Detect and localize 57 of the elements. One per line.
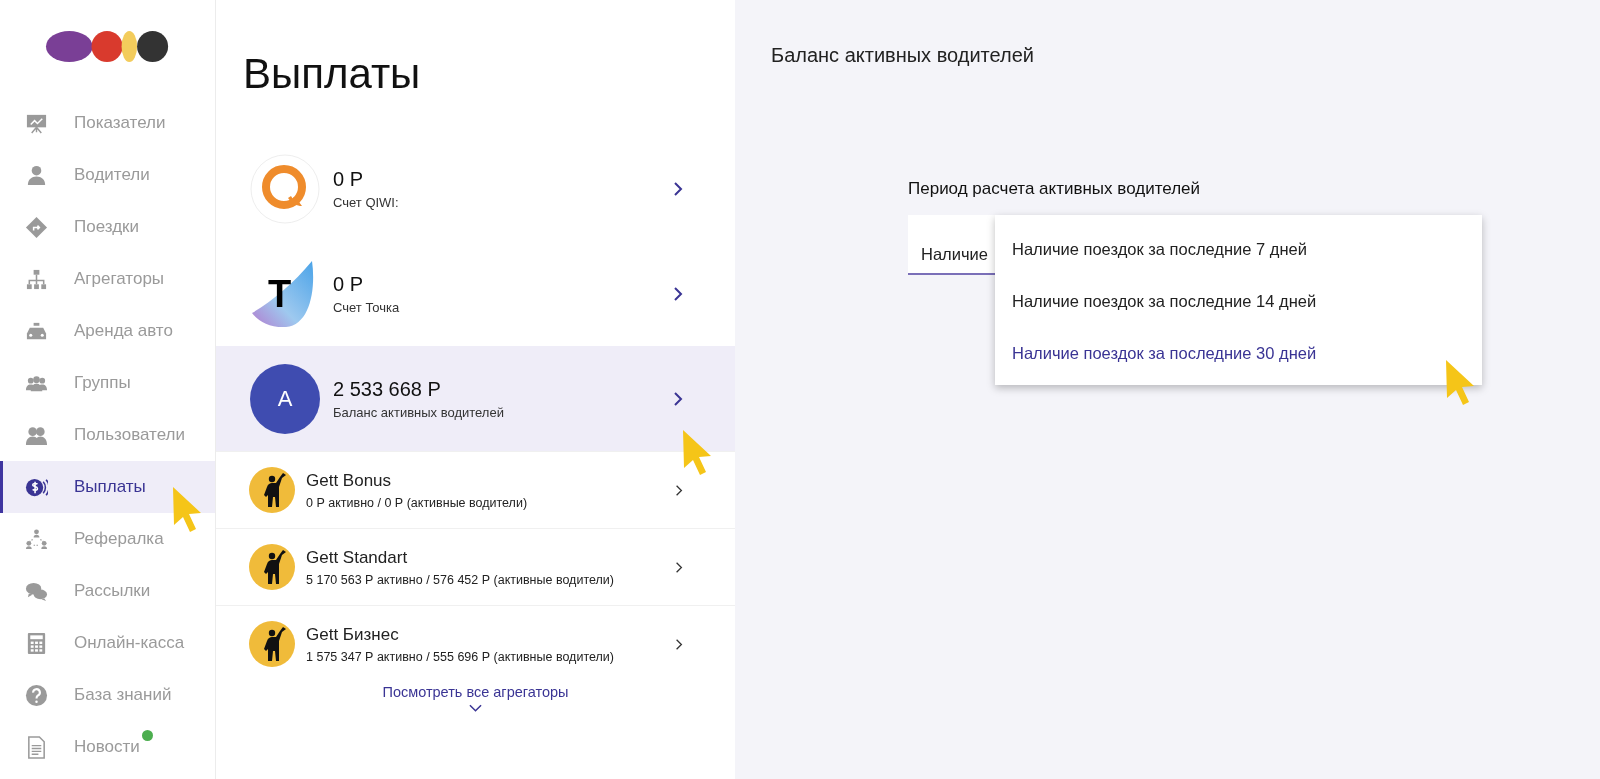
nav-item[interactable]: Показатели [0,97,215,149]
nav-item[interactable]: Аренда авто [0,305,215,357]
help-icon [25,683,48,707]
direction-sign-icon [25,215,48,239]
logo-icon [45,30,171,63]
hierarchy-icon [25,267,48,291]
chevron-right-icon[interactable] [673,180,683,197]
aggregator-name: Gett Бизнес [306,624,400,645]
panel-title: Баланс активных водителей [771,44,1035,67]
aggregator-row[interactable]: Gett Бизнес 1 575 347 Р активно / 555 696 Р (активные водители) [216,605,735,682]
account-row[interactable]: T 0 Р Счет Точка [216,241,735,346]
nav-item[interactable]: Рассылки [0,565,215,617]
nav-item[interactable]: База знаний [0,669,215,721]
nav-item[interactable]: Группы [0,357,215,409]
nav-item[interactable]: Рефералка [0,513,215,565]
account-amount: 0 Р [333,167,365,191]
nav-item[interactable]: Новости [0,721,215,773]
account-caption: Баланс активных водителей [333,404,505,420]
person-silhouette-icon [249,467,295,513]
nav-item[interactable]: Водители [0,149,215,201]
nav-item[interactable]: Выплаты [0,461,215,513]
aggregator-name: Gett Bonus [306,470,393,491]
nav-item[interactable]: Поездки [0,201,215,253]
nav-item[interactable]: Агрегаторы [0,253,215,305]
aggregator-summary: 5 170 563 Р активно / 576 452 Р (активные водители) [306,572,615,587]
document-icon [25,735,48,759]
person-silhouette-icon [249,544,295,590]
q-logo-icon [250,153,320,224]
aggregator-name: Gett Standart [306,547,409,568]
account-amount: 0 Р [333,272,365,296]
dropdown-option[interactable]: Наличие поездок за последние 7 дней [995,223,1482,275]
account-amount: 2 533 668 Р [333,377,442,401]
field-label: Период расчета активных водителей [908,179,1201,199]
chevron-right-icon[interactable] [673,390,683,407]
page-title: Выплаты [243,50,422,98]
account-row[interactable]: A 2 533 668 Р Баланс активных водителей [216,346,735,451]
show-all-link[interactable]: Посмотреть все агрегаторы [382,684,569,700]
referral-icon [25,527,48,551]
aggregator-summary: 0 Р активно / 0 Р (активные водители) [306,495,529,510]
calculator-icon [25,631,48,655]
aggregator-row[interactable]: Gett Standart 5 170 563 Р активно / 576 452 Р (активные водители) [216,528,735,605]
nav-item[interactable]: Онлайн-касса [0,617,215,669]
person-icon [25,163,48,187]
dropdown-option[interactable]: Наличие поездок за последние 30 дней [995,327,1482,379]
chevron-right-icon[interactable] [675,483,683,497]
account-caption: Счет QIWI: [333,194,400,210]
chevron-right-icon[interactable] [675,637,683,651]
chevron-right-icon[interactable] [673,285,683,302]
account-row[interactable]: 0 Р Счет QIWI: [216,136,735,241]
dropdown-option[interactable]: Наличие поездок за последние 14 дней [995,275,1482,327]
aggregator-summary: 1 575 347 Р активно / 555 696 Р (активные водители) [306,649,615,664]
account-caption: Счет Точка [333,299,401,315]
chevron-right-icon[interactable] [675,560,683,574]
nav-item[interactable]: Пользователи [0,409,215,461]
chevron-down-icon[interactable] [469,704,482,712]
person-silhouette-icon [249,621,295,667]
avatar: A [250,363,320,434]
